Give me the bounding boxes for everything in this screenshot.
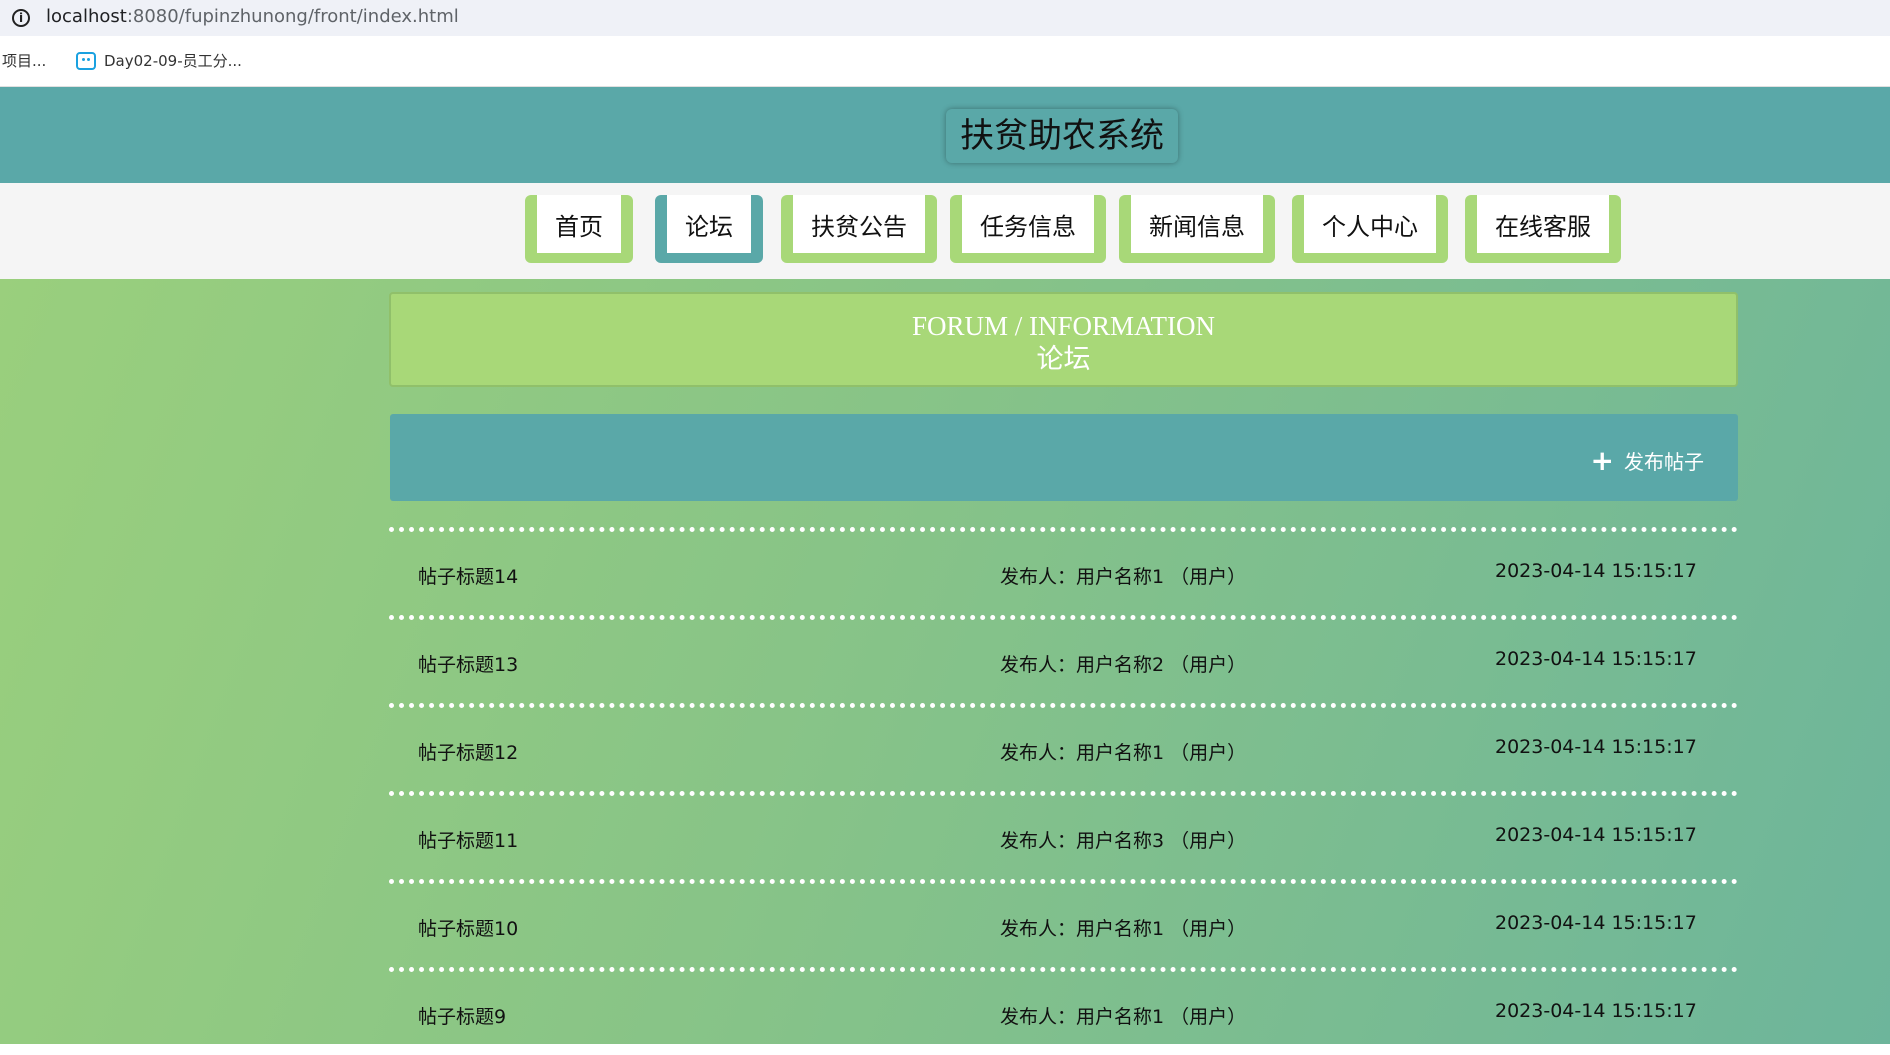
list-item[interactable]: 帖子标题11 发布人：用户名称3 （用户） 2023-04-14 15:15:1… <box>389 796 1738 879</box>
nav-item-label: 扶贫公告 <box>793 195 925 253</box>
bookmarks-bar: 项目... Day02-09-员工分... <box>0 36 1890 87</box>
nav-item-profile[interactable]: 个人中心 <box>1292 195 1448 263</box>
nav-item-home[interactable]: 首页 <box>525 195 633 263</box>
bookmark-item-day02[interactable]: Day02-09-员工分... <box>76 50 242 71</box>
post-title[interactable]: 帖子标题14 <box>418 562 518 589</box>
nav-item-label: 个人中心 <box>1304 195 1436 253</box>
post-author: 发布人：用户名称1 （用户） <box>1000 566 1247 588</box>
publish-post-label: 发布帖子 <box>1624 450 1704 474</box>
banner-title-en: FORUM / INFORMATION <box>911 311 1216 341</box>
nav-item-support[interactable]: 在线客服 <box>1465 195 1621 263</box>
forum-toolbar: + 发布帖子 <box>390 414 1738 501</box>
post-time: 2023-04-14 15:15:17 <box>1495 648 1697 670</box>
post-time: 2023-04-14 15:15:17 <box>1495 560 1697 582</box>
forum-banner: FORUM / INFORMATION 论坛 <box>389 292 1738 387</box>
url-path: :8080/fupinzhunong/front/index.html <box>126 6 459 27</box>
post-list: 帖子标题14 发布人：用户名称1 （用户） 2023-04-14 15:15:1… <box>389 527 1738 1055</box>
post-time: 2023-04-14 15:15:17 <box>1495 736 1697 758</box>
post-author: 发布人：用户名称3 （用户） <box>1000 830 1247 852</box>
post-title[interactable]: 帖子标题12 <box>418 738 518 765</box>
nav-item-news[interactable]: 新闻信息 <box>1119 195 1275 263</box>
nav-item-label: 论坛 <box>667 195 751 253</box>
nav-item-label: 在线客服 <box>1477 195 1609 253</box>
post-author: 发布人：用户名称1 （用户） <box>1000 1006 1247 1028</box>
post-time: 2023-04-14 15:15:17 <box>1495 1000 1697 1022</box>
post-time: 2023-04-14 15:15:17 <box>1495 912 1697 934</box>
post-time: 2023-04-14 15:15:17 <box>1495 824 1697 846</box>
post-title[interactable]: 帖子标题13 <box>418 650 518 677</box>
address-bar[interactable]: i localhost:8080/fupinzhunong/front/inde… <box>0 0 1890 36</box>
bookmark-item-project[interactable]: 项目... <box>2 50 46 71</box>
list-item[interactable]: 帖子标题14 发布人：用户名称1 （用户） 2023-04-14 15:15:1… <box>389 532 1738 615</box>
post-title[interactable]: 帖子标题9 <box>418 1002 506 1029</box>
list-item[interactable]: 帖子标题12 发布人：用户名称1 （用户） 2023-04-14 15:15:1… <box>389 708 1738 791</box>
nav-item-label: 任务信息 <box>962 195 1094 253</box>
nav-item-tasks[interactable]: 任务信息 <box>950 195 1106 263</box>
post-author: 发布人：用户名称1 （用户） <box>1000 742 1247 764</box>
bookmark-label: 项目... <box>2 52 47 70</box>
main-nav: 首页 论坛 扶贫公告 任务信息 新闻信息 个人中心 在线客服 <box>0 183 1890 279</box>
post-title[interactable]: 帖子标题11 <box>418 826 518 853</box>
site-title: 扶贫助农系统 <box>946 109 1178 163</box>
bilibili-icon <box>76 51 96 70</box>
url-host: localhost <box>46 6 127 27</box>
nav-item-forum[interactable]: 论坛 <box>655 195 763 263</box>
url-text[interactable]: localhost:8080/fupinzhunong/front/index.… <box>46 6 459 27</box>
post-author: 发布人：用户名称1 （用户） <box>1000 918 1247 940</box>
publish-post-button[interactable]: + 发布帖子 <box>1591 446 1704 475</box>
list-item[interactable]: 帖子标题10 发布人：用户名称1 （用户） 2023-04-14 15:15:1… <box>389 884 1738 967</box>
plus-icon: + <box>1590 443 1614 477</box>
list-item[interactable]: 帖子标题9 发布人：用户名称1 （用户） 2023-04-14 15:15:17 <box>389 972 1738 1055</box>
nav-item-label: 新闻信息 <box>1131 195 1263 253</box>
site-header: 扶贫助农系统 <box>0 87 1890 183</box>
banner-title-cn: 论坛 <box>1036 344 1091 374</box>
post-author: 发布人：用户名称2 （用户） <box>1000 654 1247 676</box>
list-item[interactable]: 帖子标题13 发布人：用户名称2 （用户） 2023-04-14 15:15:1… <box>389 620 1738 703</box>
nav-item-label: 首页 <box>537 195 621 253</box>
nav-item-announcements[interactable]: 扶贫公告 <box>781 195 937 263</box>
post-title[interactable]: 帖子标题10 <box>418 914 518 941</box>
page: 扶贫助农系统 首页 论坛 扶贫公告 任务信息 新闻信息 个人中心 在线客服 FO… <box>0 87 1890 1044</box>
bookmark-label: Day02-09-员工分... <box>104 52 242 70</box>
info-icon[interactable]: i <box>12 9 30 27</box>
